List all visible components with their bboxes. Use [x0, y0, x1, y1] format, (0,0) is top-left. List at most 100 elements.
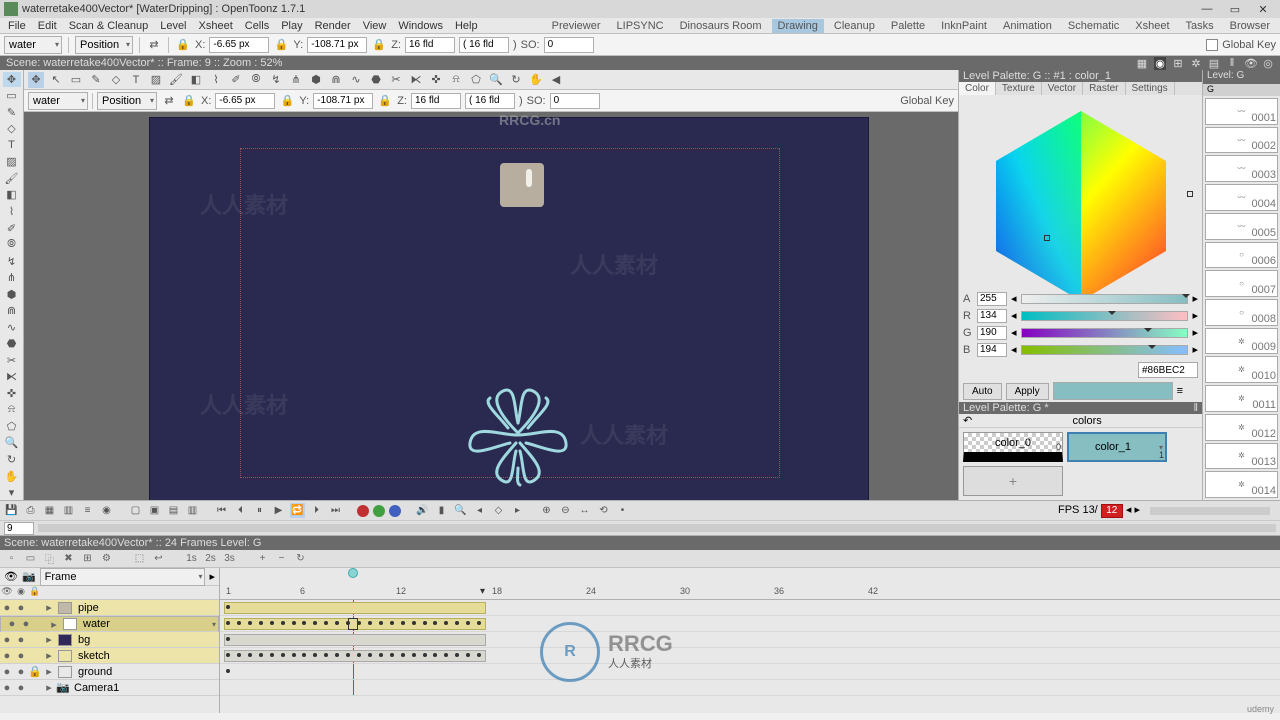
opt-fill-icon[interactable]: ▨ [148, 72, 164, 88]
col-lock-icon[interactable]: 🔒 [28, 586, 42, 599]
pb-first-icon[interactable]: ⏮ [214, 503, 229, 518]
keyframe[interactable] [226, 653, 230, 657]
room-schematic[interactable]: Schematic [1062, 19, 1125, 33]
vh-cammask-icon[interactable]: ▦ [1136, 57, 1148, 70]
keyframe[interactable] [357, 653, 361, 657]
fps-right-icon[interactable]: ▸ [1134, 504, 1140, 516]
xs-del-icon[interactable]: ✖ [61, 551, 76, 566]
auto-button[interactable]: Auto [963, 383, 1002, 400]
layer-chevron-icon[interactable]: ▸ [42, 633, 56, 646]
hex-sat-marker[interactable] [1187, 191, 1193, 197]
layer-eye-icon[interactable]: ● [0, 602, 14, 614]
xs-next-icon[interactable]: ▸ [209, 570, 215, 583]
layer-row[interactable]: ●●🔒▸ground [0, 664, 219, 680]
track-row[interactable] [220, 648, 1280, 664]
opt-tape-icon[interactable]: ⌇ [208, 72, 224, 88]
keyframe[interactable] [270, 653, 274, 657]
keyframe[interactable] [412, 621, 416, 625]
viewport[interactable]: 人人素材 人人素材 人人素材 人人素材 RRCG.cn [24, 112, 958, 500]
layer-row[interactable]: ●●▸bg [0, 632, 219, 648]
pb-left-icon[interactable]: ◂ [472, 503, 487, 518]
hex-main-marker[interactable] [1044, 235, 1050, 241]
tab-vector[interactable]: Vector [1042, 82, 1083, 95]
tool-plastic[interactable]: ⬠ [3, 419, 21, 434]
layer-chevron-icon[interactable]: ▸ [42, 601, 56, 614]
room-inknpaint[interactable]: InknPaint [935, 19, 993, 33]
frame-slider[interactable] [38, 524, 1276, 532]
vh-preview-icon[interactable]: 👁 [1244, 57, 1256, 70]
pos-z-input[interactable] [411, 93, 461, 109]
level-thumb[interactable]: ✲0013 [1205, 443, 1278, 470]
z2-input[interactable] [459, 37, 509, 53]
tool-iron[interactable]: ⬣ [3, 337, 21, 352]
pb-last-icon[interactable]: ⏭ [328, 503, 343, 518]
keyframe[interactable] [281, 653, 285, 657]
pb-loop-icon[interactable]: 🔁 [290, 503, 305, 518]
maximize-icon[interactable]: ▭ [1228, 3, 1242, 16]
xs-3s[interactable]: 3s [222, 551, 237, 566]
pb-zoomin-icon[interactable]: ⊕ [539, 503, 554, 518]
keyframe[interactable] [226, 669, 230, 673]
keyframe[interactable] [259, 621, 263, 625]
canvas[interactable]: 人人素材 人人素材 人人素材 人人素材 [149, 117, 869, 500]
keyframe[interactable] [292, 653, 296, 657]
opt-hook-icon[interactable]: ⍾ [448, 72, 464, 88]
pb-magnify-icon[interactable]: 🔍 [453, 503, 468, 518]
xs-eye-icon[interactable]: 👁 [4, 570, 18, 583]
close-icon[interactable]: ✕ [1256, 3, 1270, 16]
keyframe[interactable] [423, 621, 427, 625]
keyframe[interactable] [292, 621, 296, 625]
pb-flip-icon[interactable]: ↔ [577, 503, 592, 518]
tool-hand[interactable]: ✋ [3, 469, 21, 484]
pipe-object[interactable] [500, 163, 544, 207]
xs-cfg-icon[interactable]: ⚙ [99, 551, 114, 566]
opt-iron-icon[interactable]: ⬣ [368, 72, 384, 88]
fps-left-icon[interactable]: ◂ [1126, 504, 1132, 516]
opt-picker-icon[interactable]: ✐ [228, 72, 244, 88]
track-row[interactable] [220, 664, 1280, 680]
level-thumbs[interactable]: 〰0001〰0002〰0003〰0004〰0005○0006○0007○0008… [1203, 96, 1280, 500]
keyframe[interactable] [237, 653, 241, 657]
tool-bender[interactable]: ∿ [3, 320, 21, 335]
level-thumb[interactable]: 〰0005 [1205, 213, 1278, 240]
menu-file[interactable]: File [4, 20, 30, 32]
xs-sub-icon[interactable]: ⬚ [132, 551, 147, 566]
vh-safearea-icon[interactable]: ◉ [1154, 57, 1166, 70]
range-end-marker[interactable]: ▾ [480, 586, 485, 597]
layer-row[interactable]: ●●▸pipe [0, 600, 219, 616]
hex-input[interactable] [1138, 362, 1198, 378]
layer-row[interactable]: ●●▸sketch [0, 648, 219, 664]
col-cam-icon[interactable]: ◉ [14, 586, 28, 599]
keyframe[interactable] [281, 621, 285, 625]
keyframe[interactable] [401, 653, 405, 657]
menu-cells[interactable]: Cells [241, 20, 273, 32]
pos-lockx-icon[interactable]: 🔒 [181, 93, 197, 109]
pb-dot-icon[interactable]: • [615, 503, 630, 518]
tool-eraser[interactable]: ◧ [3, 188, 21, 203]
pb-save-icon[interactable]: 💾 [4, 503, 19, 518]
tool-stylepicker[interactable]: ✐ [3, 221, 21, 236]
minimize-icon[interactable]: — [1200, 3, 1214, 16]
track-row[interactable] [220, 616, 1280, 632]
layer-preview-icon[interactable]: ● [14, 634, 28, 646]
style-chip-1[interactable]: color_11 [1067, 432, 1167, 462]
color-hexagon[interactable] [959, 95, 1202, 288]
vh-3d-icon[interactable]: ◎ [1262, 57, 1274, 70]
pos-flip-icon[interactable]: ⇄ [161, 93, 177, 109]
opt-pinch-icon[interactable]: ⋔ [288, 72, 304, 88]
pos-so-input[interactable] [550, 93, 600, 109]
tool-type[interactable]: T [3, 138, 21, 153]
global-key-checkbox[interactable] [1206, 39, 1218, 51]
room-dinosaurs[interactable]: Dinosaurs Room [674, 19, 768, 33]
fps-input[interactable] [1101, 504, 1123, 518]
mode-select[interactable]: Position [75, 36, 133, 54]
xs-reload-icon[interactable]: ↻ [293, 551, 308, 566]
tool-skeleton[interactable]: ⧔ [3, 370, 21, 385]
track-row[interactable] [220, 632, 1280, 648]
layer-row[interactable]: ●●▸water [0, 616, 219, 632]
style-chip-add[interactable]: + [963, 466, 1063, 496]
layer-eye-icon[interactable]: ● [0, 650, 14, 662]
keyframe[interactable] [390, 653, 394, 657]
opt-zoom-icon[interactable]: 🔍 [488, 72, 504, 88]
fps-slider[interactable] [1150, 507, 1270, 515]
